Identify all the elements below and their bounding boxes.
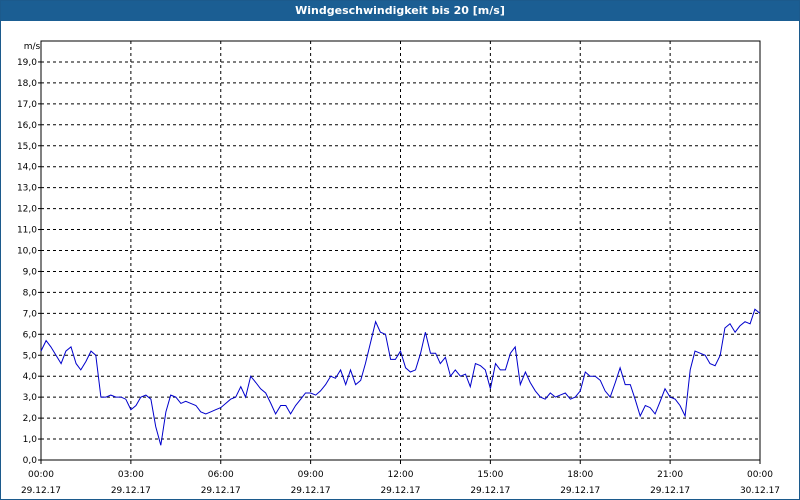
- x-tick-time-label: 18:00: [567, 470, 593, 480]
- y-tick-label: 10,0: [17, 247, 37, 257]
- y-tick-label: 4,0: [23, 372, 38, 382]
- y-tick-label: 12,0: [17, 205, 37, 215]
- y-tick-label: 2,0: [23, 414, 38, 424]
- y-tick-label: 1,0: [23, 435, 38, 445]
- x-tick-time-label: 06:00: [208, 470, 234, 480]
- x-tick-labels: 00:00 29.12.17 03:00 29.12.17 06:00 29.12.17 0…: [21, 460, 780, 496]
- y-tick-label: 7,0: [23, 309, 38, 319]
- y-tick-label: 3,0: [23, 393, 38, 403]
- y-tick-label: 14,0: [17, 163, 37, 173]
- y-tick-label: 6,0: [23, 330, 38, 340]
- y-tick-label: 13,0: [17, 184, 37, 194]
- y-tick-label: 8,0: [23, 288, 38, 298]
- x-tick-date-label: 29.12.17: [21, 486, 61, 496]
- x-tick-time-label: 21:00: [657, 470, 683, 480]
- y-tick-labels: 0,0 1,0 2,0 3,0 4,0 5,0 6,0 7,0 8,0 9,0 10,0 11,0 12…: [17, 58, 41, 466]
- y-tick-label: 16,0: [17, 121, 37, 131]
- x-tick-time-label: 12:00: [388, 470, 414, 480]
- x-tick-time-label: 09:00: [298, 470, 324, 480]
- y-tick-label: 15,0: [17, 142, 37, 152]
- x-tick-time-label: 15:00: [477, 470, 503, 480]
- x-tick-date-label: 29.12.17: [291, 486, 331, 496]
- x-tick-date-label: 29.12.17: [201, 486, 241, 496]
- x-tick-time-label: 03:00: [118, 470, 144, 480]
- y-tick-label: 11,0: [17, 226, 37, 236]
- x-tick-time-label: 00:00: [28, 470, 54, 480]
- x-tick-date-label: 29.12.17: [650, 486, 690, 496]
- chart-window: Windgeschwindigkeit bis 20 [m/s] m/s 0,0…: [0, 0, 800, 500]
- y-tick-label: 17,0: [17, 100, 37, 110]
- y-tick-label: 5,0: [23, 351, 38, 361]
- x-tick-date-label: 29.12.17: [470, 486, 510, 496]
- x-tick-date-label: 30.12.17: [740, 486, 780, 496]
- x-tick-date-label: 29.12.17: [111, 486, 151, 496]
- y-tick-label: 0,0: [23, 456, 38, 466]
- y-tick-label: 18,0: [17, 79, 37, 89]
- x-tick-time-label: 00:00: [747, 470, 773, 480]
- line-chart: m/s 0,0 1,0 2,0 3,0 4,0 5,0 6,0 7,0 8,0 9,0 10,0 11…: [17, 40, 780, 496]
- y-tick-label: 9,0: [23, 267, 38, 277]
- x-tick-date-label: 29.12.17: [560, 486, 600, 496]
- x-tick-date-label: 29.12.17: [380, 486, 420, 496]
- y-axis-unit-label: m/s: [24, 42, 41, 52]
- y-tick-label: 19,0: [17, 58, 37, 68]
